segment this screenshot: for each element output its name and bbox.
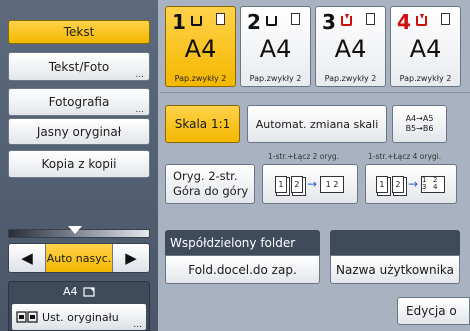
full-size-label: Skala 1:1 <box>174 117 231 131</box>
user-name-button[interactable]: Nazwa użytkownika <box>330 255 460 284</box>
density-marker-icon <box>68 226 82 234</box>
original-settings-box: A4 Ust. oryginału ... <box>8 281 150 331</box>
original-type-text-photo-label: Tekst/Foto <box>48 59 110 74</box>
left-arrow-icon: ◀ <box>21 249 33 267</box>
arrow-right-icon: → <box>306 177 318 191</box>
section-divider <box>160 92 470 93</box>
paper-sheet-icon <box>216 13 225 25</box>
user-name-label: Nazwa użytkownika <box>335 262 455 277</box>
result-page-icon: 1 2 <box>320 175 345 193</box>
edit-button[interactable]: Edycja o <box>397 297 470 325</box>
original-type-photo-button[interactable]: Fotografia ... <box>8 88 150 116</box>
tray-icon <box>266 16 277 26</box>
more-options-marker: ... <box>133 320 142 330</box>
shared-folder-label: Współdzielony folder <box>170 235 296 250</box>
auto-density-label: Auto nasyc. <box>46 251 112 265</box>
tray-paper-type: Pap.zwykły 2 <box>324 74 377 83</box>
original-settings-label: Ust. oryginału <box>42 310 119 324</box>
tray-empty-warning-icon <box>341 14 352 26</box>
preset-ratio-line2: B5→B6 <box>405 124 434 133</box>
right-arrow-icon: ▶ <box>125 249 137 267</box>
tray-number: 4 <box>397 10 411 34</box>
original-type-generation-copy-label: Kopia z kopii <box>41 157 117 171</box>
original-size-label: A4 <box>62 285 78 298</box>
duplex-top-to-top-button[interactable]: Oryg. 2-str. Góra do góry <box>165 164 255 204</box>
more-options-marker: ... <box>135 70 144 80</box>
paper-sheet-icon <box>291 13 300 25</box>
combine-4-button[interactable]: 1 2 → 12 34 <box>365 164 457 204</box>
destination-folder-button[interactable]: Fold.docel.do zap. <box>165 255 320 284</box>
combine-4-caption: 1-str.+Łącz 4 orygi. <box>368 152 442 161</box>
tray-number: 2 <box>247 10 261 34</box>
original-type-photo-label: Fotografia <box>48 95 110 109</box>
source-page-icon: 2 <box>391 175 404 193</box>
more-options-marker: ... <box>135 105 144 115</box>
full-size-button[interactable]: Skala 1:1 <box>165 105 240 143</box>
paper-sheet-icon <box>441 13 450 25</box>
edit-label: Edycja o <box>406 304 457 318</box>
destination-folder-label: Fold.docel.do zap. <box>188 262 297 277</box>
density-darker-button[interactable]: ▶ <box>113 244 149 272</box>
preset-ratio-line1: A4→A5 <box>405 114 434 123</box>
tray-paper-size: A4 <box>409 35 442 63</box>
tray-paper-size: A4 <box>184 35 217 63</box>
tray-paper-size: A4 <box>259 35 292 63</box>
original-type-pale-label: Jasny oryginał <box>36 124 122 139</box>
original-type-generation-copy-button[interactable]: Kopia z kopii <box>8 150 150 178</box>
arrow-right-icon: → <box>407 177 419 191</box>
duplex-line2-label: Góra do góry <box>173 184 249 198</box>
user-name-header <box>330 230 460 255</box>
tray-icon <box>191 16 202 26</box>
duplex-line1-label: Oryg. 2-str. <box>173 169 238 183</box>
source-page-icon: 1 <box>274 175 287 193</box>
combine-2-button[interactable]: 1 2 → 1 2 <box>262 164 358 204</box>
tray-empty-warning-icon <box>416 14 427 26</box>
density-lighter-button[interactable]: ◀ <box>9 244 45 272</box>
combine-2-caption: 1-str.+Łącz 2 oryg. <box>268 152 340 161</box>
original-type-text-button[interactable]: Tekst <box>8 20 150 44</box>
auto-density-button[interactable]: Auto nasyc. <box>45 244 113 272</box>
source-page-icon: 2 <box>290 175 303 193</box>
original-placement-icon <box>16 311 38 323</box>
original-type-text-label: Tekst <box>63 25 95 39</box>
paper-tray-1-button[interactable]: 1 A4 Pap.zwykły 2 <box>165 6 236 87</box>
auto-reduce-enlarge-label: Automat. zmiana skali <box>255 117 379 131</box>
original-type-pale-button[interactable]: Jasny oryginał <box>8 118 150 145</box>
source-page-icon: 1 <box>375 175 388 193</box>
original-settings-button[interactable]: Ust. oryginału ... <box>12 304 146 330</box>
tray-paper-size: A4 <box>334 35 367 63</box>
tray-number: 1 <box>172 10 186 34</box>
original-type-text-photo-button[interactable]: Tekst/Foto ... <box>8 52 150 81</box>
shared-folder-header: Współdzielony folder <box>165 230 320 255</box>
density-control: ◀ Auto nasyc. ▶ <box>8 243 150 273</box>
paper-sheet-icon <box>366 13 375 25</box>
tray-paper-type: Pap.zwykły 2 <box>249 74 302 83</box>
paper-tray-2-button[interactable]: 2 A4 Pap.zwykły 2 <box>240 6 311 87</box>
preset-ratio-button[interactable]: A4→A5 B5→B6 <box>392 105 447 143</box>
tray-paper-type: Pap.zwykły 2 <box>174 74 227 83</box>
original-orientation-icon <box>83 287 95 297</box>
result-page-icon: 12 34 <box>421 175 446 193</box>
tray-number: 3 <box>322 10 336 34</box>
paper-tray-4-button[interactable]: 4 A4 Pap.zwykły 2 <box>390 6 461 87</box>
tray-paper-type: Pap.zwykły 2 <box>399 74 452 83</box>
auto-reduce-enlarge-button[interactable]: Automat. zmiana skali <box>247 105 387 143</box>
original-size-indicator: A4 <box>9 285 149 298</box>
paper-tray-3-button[interactable]: 3 A4 Pap.zwykły 2 <box>315 6 386 87</box>
